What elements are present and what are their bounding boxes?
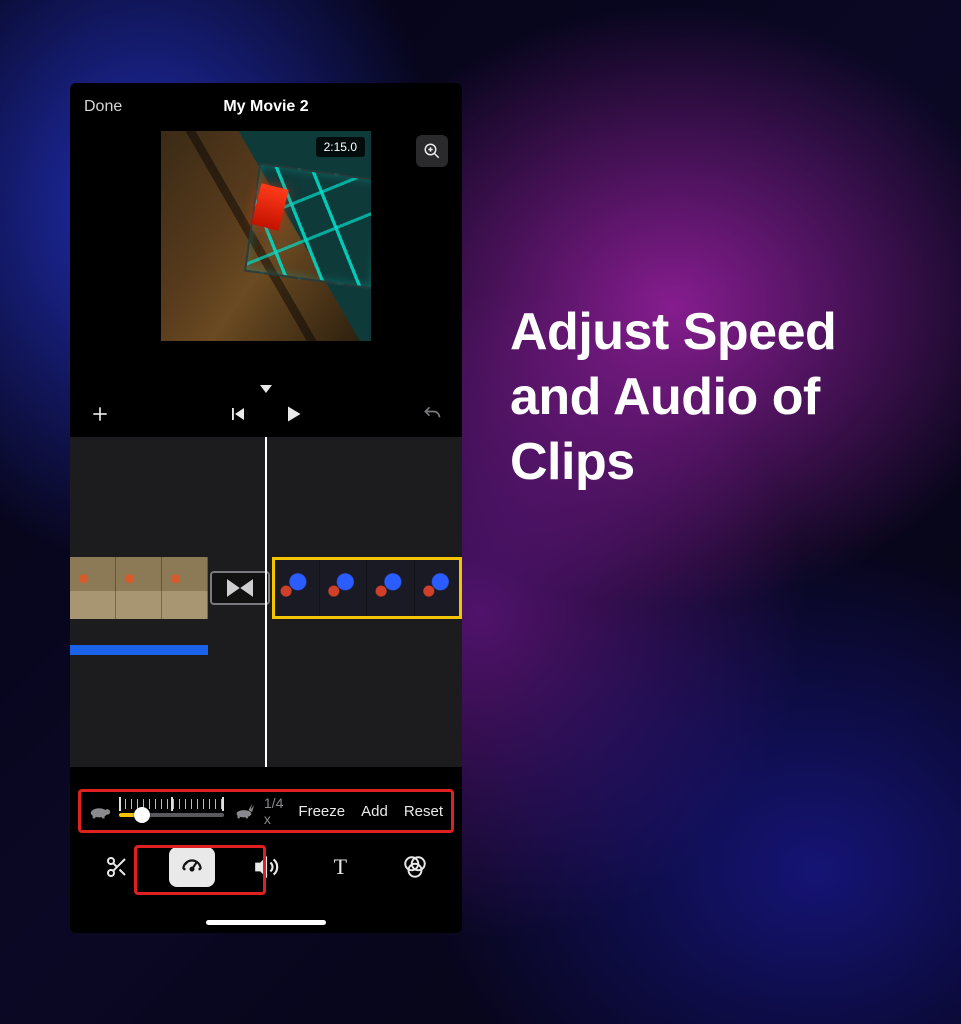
reset-speed-button[interactable]: Reset — [404, 803, 443, 820]
speed-controls-highlight: 1/4 x Freeze Add Reset — [78, 789, 454, 833]
tortoise-icon — [89, 803, 111, 819]
playhead-marker-icon — [260, 385, 272, 393]
speedometer-icon — [179, 854, 205, 880]
home-indicator[interactable] — [206, 920, 326, 925]
skip-back-icon — [229, 405, 247, 423]
rewind-button[interactable] — [229, 405, 247, 423]
edit-tools-bar: T — [70, 841, 462, 893]
zoom-button[interactable] — [416, 135, 448, 167]
speed-slider-knob[interactable] — [134, 807, 150, 823]
scissors-icon — [105, 855, 129, 879]
transport-bar — [70, 391, 462, 437]
undo-icon — [422, 404, 442, 424]
headline-text: Adjust Speed and Audio of Clips — [510, 300, 930, 495]
preview-area: 2:15.0 — [70, 131, 462, 391]
clip-1[interactable] — [70, 557, 208, 619]
hare-icon — [232, 803, 254, 819]
play-icon — [283, 404, 303, 424]
volume-icon — [253, 854, 279, 880]
speed-multiplier-label: 1/4 x — [264, 795, 291, 827]
transition-button[interactable] — [210, 571, 270, 605]
speed-slider[interactable] — [119, 799, 224, 823]
timeline[interactable]: T — [70, 437, 462, 767]
audio-track[interactable] — [70, 645, 208, 655]
undo-button[interactable] — [422, 404, 442, 424]
play-button[interactable] — [283, 404, 303, 424]
freeze-button[interactable]: Freeze — [298, 803, 345, 820]
magnifier-plus-icon — [423, 142, 441, 160]
volume-tool[interactable] — [243, 847, 289, 887]
transition-icon — [226, 579, 254, 597]
plus-icon — [90, 404, 110, 424]
project-title: My Movie 2 — [70, 98, 462, 116]
add-media-button[interactable] — [90, 404, 110, 424]
filters-icon — [402, 854, 428, 880]
clip-2-selected[interactable]: T — [272, 557, 462, 619]
filters-tool[interactable] — [392, 847, 438, 887]
playhead[interactable] — [265, 437, 267, 767]
video-preview[interactable]: 2:15.0 — [161, 131, 371, 341]
app-header: Done My Movie 2 — [70, 83, 462, 131]
add-speed-range-button[interactable]: Add — [361, 803, 388, 820]
speed-tool-selected[interactable] — [169, 847, 215, 887]
cut-tool[interactable] — [94, 847, 140, 887]
titles-tool[interactable]: T — [317, 847, 363, 887]
imovie-app-frame: Done My Movie 2 2:15.0 — [70, 83, 462, 933]
timecode-badge: 2:15.0 — [316, 137, 365, 157]
